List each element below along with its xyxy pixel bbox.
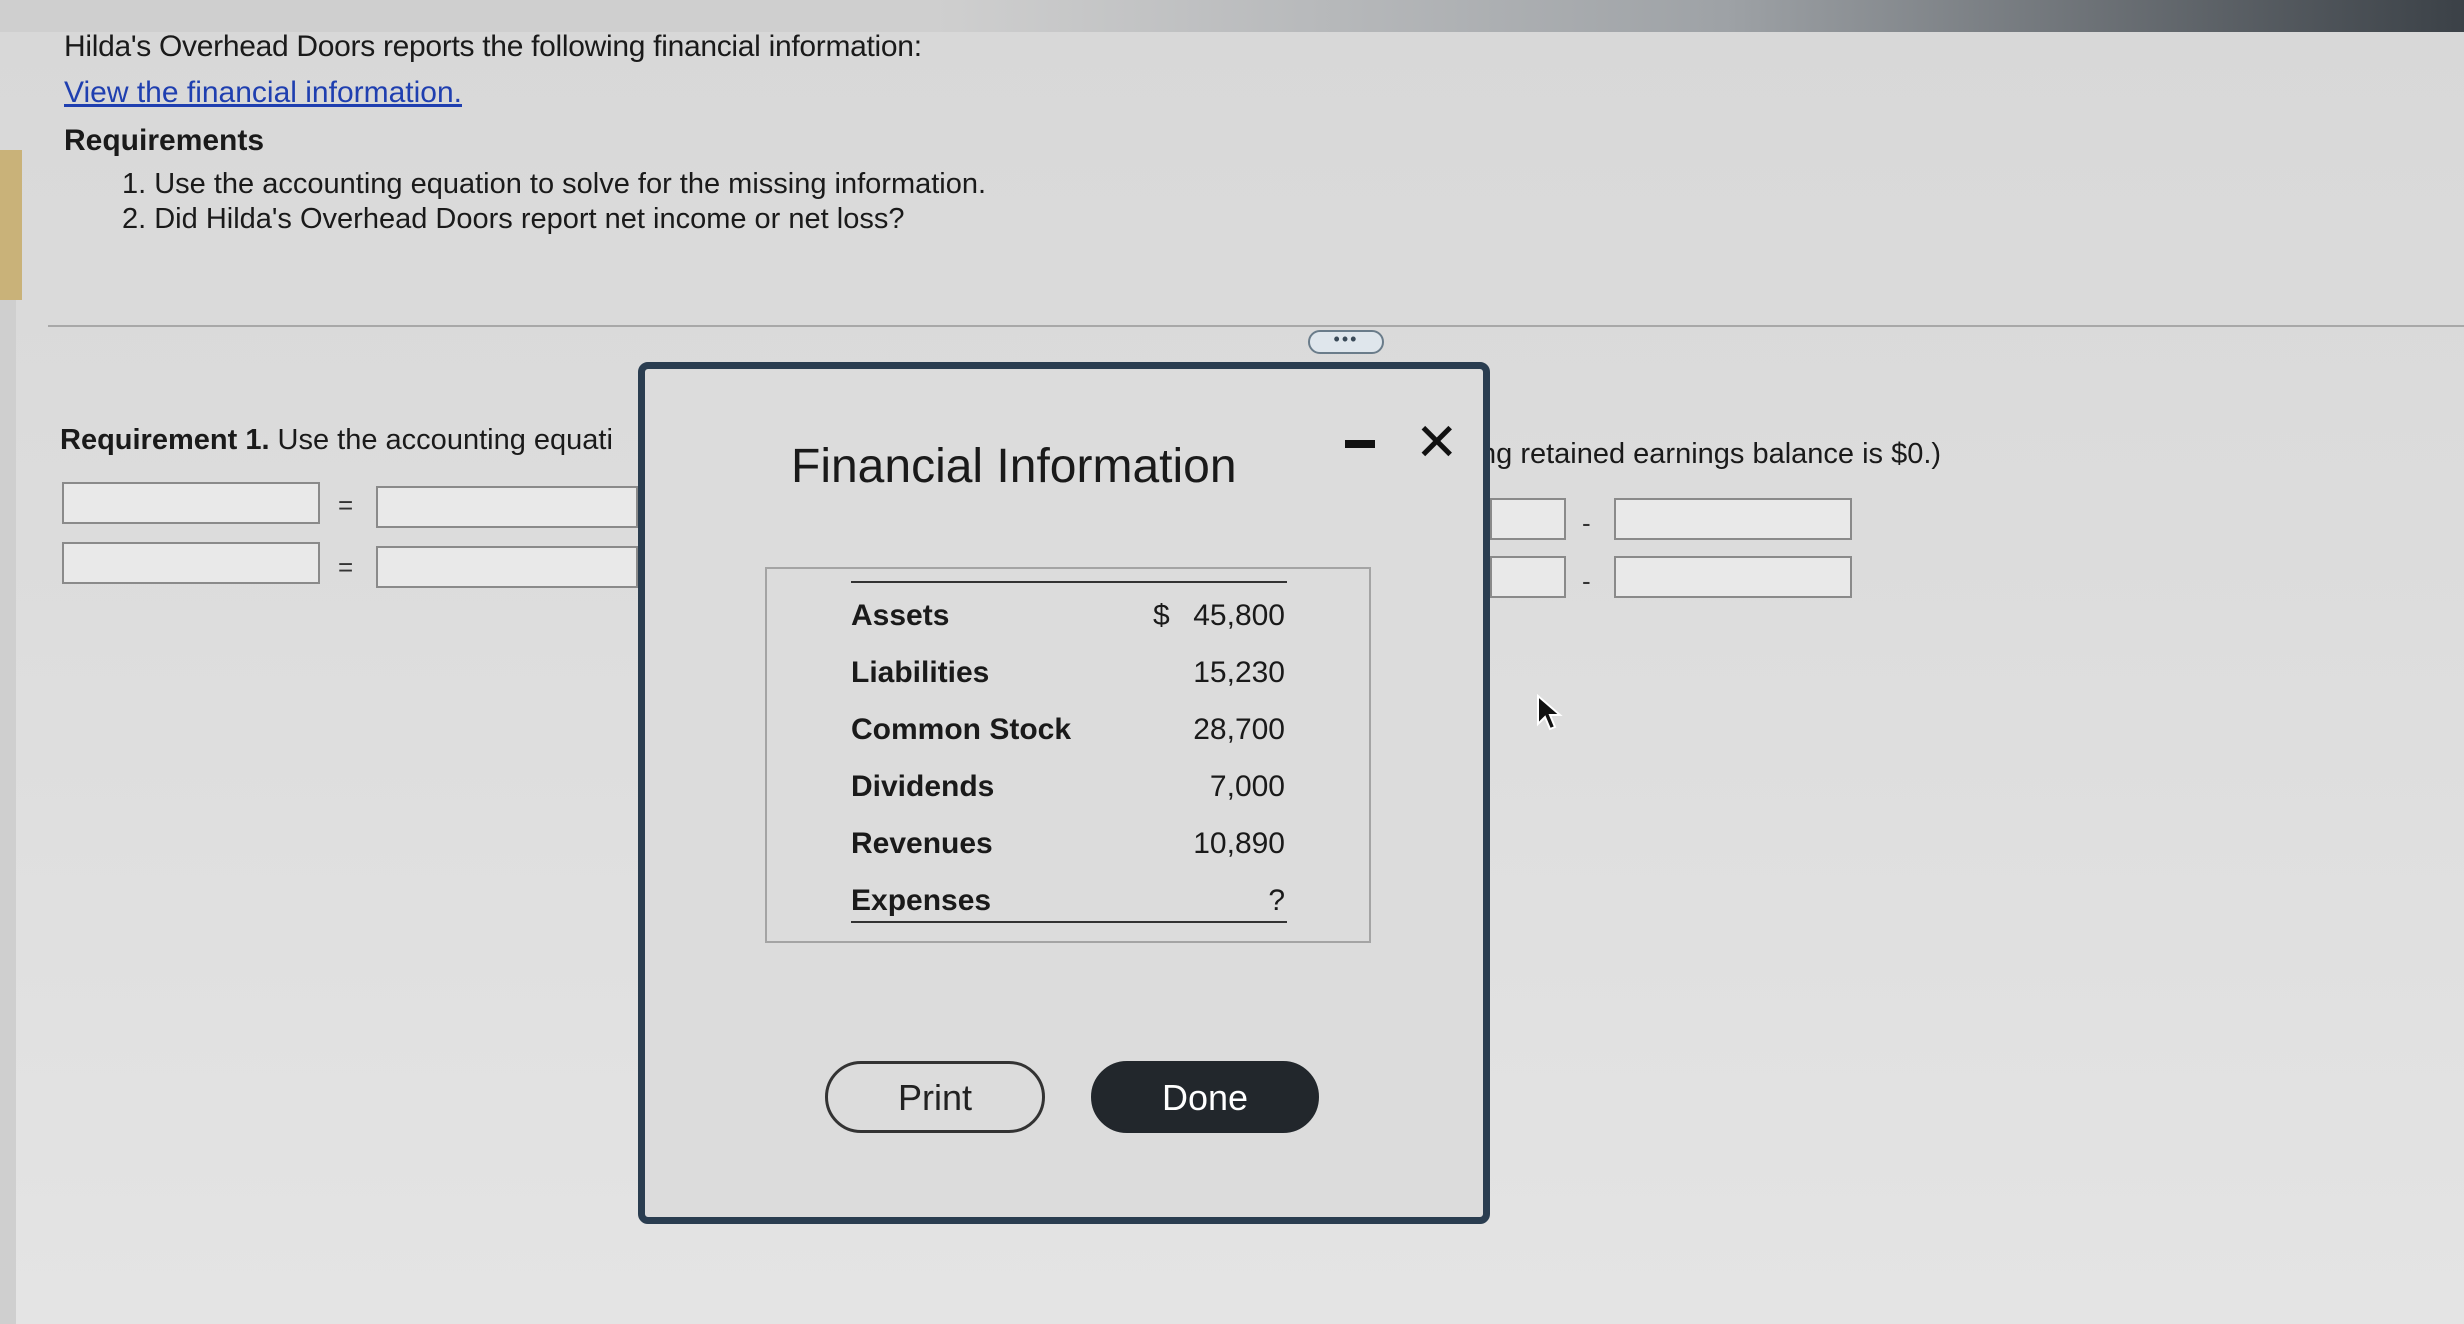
requirements-heading: Requirements (64, 124, 265, 157)
window-top-bar (0, 0, 2464, 32)
row-label: Assets (851, 599, 950, 632)
equals-sign: = (338, 552, 354, 582)
row-value: ? (1268, 884, 1285, 917)
requirement-1-label: Requirement 1. (60, 424, 270, 456)
table-row: Assets $ 45,800 (851, 599, 1287, 639)
requirement-1-text: Use the accounting equati (269, 424, 613, 456)
requirement-1-instruction: Requirement 1. Use the accounting equati (60, 424, 640, 457)
print-button[interactable]: Print (825, 1061, 1045, 1133)
close-icon[interactable]: ✕ (1415, 417, 1459, 469)
table-row: Revenues 10,890 (851, 827, 1287, 867)
left-edge-panel (0, 300, 16, 1324)
equation-row2-input-2[interactable] (376, 546, 638, 588)
equation-row2-input-1[interactable] (62, 542, 320, 584)
minimize-icon[interactable] (1345, 440, 1375, 448)
requirement-1-instruction-tail: ng retained earnings balance is $0.) (1480, 438, 1942, 470)
grip-handle-icon[interactable]: ••• (1308, 330, 1384, 354)
dialog-title: Financial Information (791, 440, 1237, 493)
equation-row2-input-4[interactable] (1614, 556, 1852, 598)
equation-row1-input-2[interactable] (376, 486, 638, 528)
view-financial-info-link[interactable]: View the financial information. (64, 76, 462, 110)
done-button[interactable]: Done (1091, 1061, 1319, 1133)
table-row: Common Stock 28,700 (851, 713, 1287, 753)
currency-symbol: $ (1153, 599, 1170, 632)
table-row: Liabilities 15,230 (851, 656, 1287, 696)
financial-information-dialog: Financial Information ✕ Assets $ 45,800 … (638, 362, 1490, 1224)
equation-row1-input-1[interactable] (62, 482, 320, 524)
requirement-item-2: 2. Did Hilda's Overhead Doors report net… (122, 203, 905, 235)
requirement-item-1: 1. Use the accounting equation to solve … (122, 168, 987, 200)
row-value: 7,000 (1209, 770, 1285, 803)
left-accent-strip (0, 150, 22, 300)
minus-sign: - (1582, 566, 1591, 596)
row-label: Revenues (851, 827, 993, 860)
question-text: Hilda's Overhead Doors reports the follo… (64, 30, 922, 63)
row-label: Common Stock (851, 713, 1072, 746)
row-value: 15,230 (1193, 656, 1285, 689)
row-value: 10,890 (1193, 827, 1285, 860)
table-row: Dividends 7,000 (851, 770, 1287, 810)
equation-row2-input-3[interactable] (1490, 556, 1566, 598)
table-top-rule (851, 581, 1287, 583)
minus-sign: - (1582, 508, 1591, 538)
equation-row1-input-3[interactable] (1490, 498, 1566, 540)
row-label: Liabilities (851, 656, 990, 689)
row-value: 28,700 (1193, 713, 1285, 746)
table-row: Expenses ? (851, 884, 1287, 924)
financial-table: Assets $ 45,800 Liabilities 15,230 Commo… (765, 567, 1371, 943)
row-value: 45,800 (1193, 599, 1285, 632)
equation-row1-input-4[interactable] (1614, 498, 1852, 540)
row-label: Expenses (851, 884, 992, 917)
equals-sign: = (338, 490, 354, 520)
row-label: Dividends (851, 770, 995, 803)
table-bottom-rule (851, 921, 1287, 923)
section-divider (48, 325, 2464, 327)
